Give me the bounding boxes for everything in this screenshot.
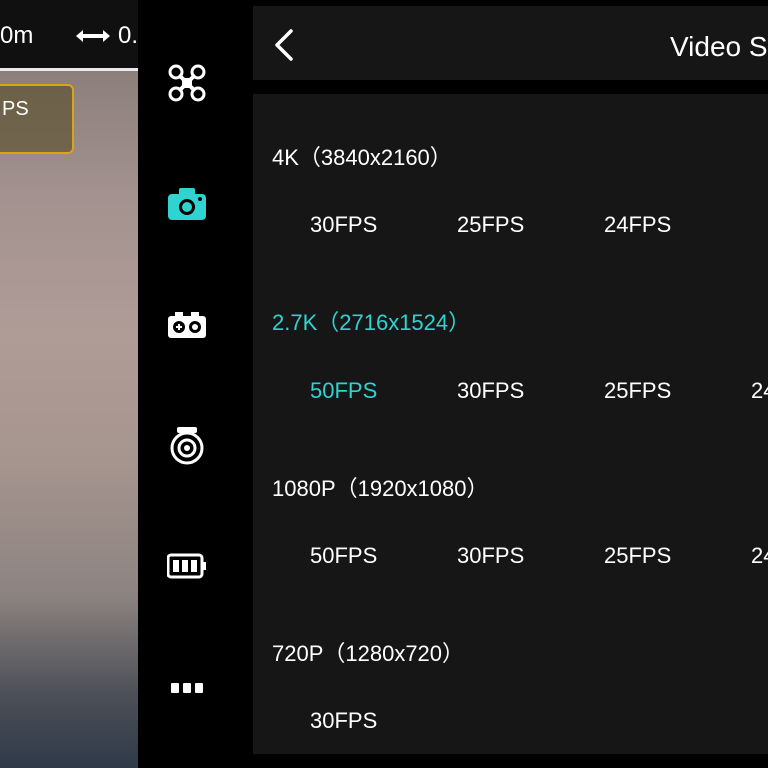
status-divider xyxy=(0,68,138,71)
chevron-left-icon xyxy=(275,29,293,61)
camera-icon[interactable] xyxy=(165,182,209,226)
video-resolution-list: 4K（3840x2160） 30FPS 25FPS 24FPS 2.7K（271… xyxy=(253,94,768,754)
resolution-4k-label: 4K（3840x2160） xyxy=(272,145,452,170)
resolution-2-7k-label: 2.7K（2716x1524） xyxy=(272,310,471,335)
option-1080p-30fps[interactable]: 30FPS xyxy=(457,543,524,569)
shooting-mode-chip[interactable]: PS xyxy=(0,84,74,154)
option-2-7k-24fps[interactable]: 24 xyxy=(751,378,768,404)
option-4k-25fps[interactable]: 25FPS xyxy=(457,212,524,238)
option-2-7k-25fps[interactable]: 25FPS xyxy=(604,378,671,404)
gimbal-camera-icon[interactable] xyxy=(165,303,209,347)
more-icon[interactable] xyxy=(165,666,209,710)
option-2-7k-50fps[interactable]: 50FPS xyxy=(310,378,377,404)
option-1080p-25fps[interactable]: 25FPS xyxy=(604,543,671,569)
option-720p-30fps[interactable]: 30FPS xyxy=(310,708,377,734)
battery-icon[interactable] xyxy=(165,544,209,588)
option-1080p-24fps[interactable]: 24 xyxy=(751,543,768,569)
back-button[interactable] xyxy=(273,28,303,62)
settings-header: Video S xyxy=(253,6,768,80)
drone-icon[interactable] xyxy=(165,61,209,105)
altitude-readout: 0m xyxy=(0,22,34,49)
option-4k-30fps[interactable]: 30FPS xyxy=(310,212,377,238)
option-1080p-50fps[interactable]: 50FPS xyxy=(310,543,377,569)
option-2-7k-30fps[interactable]: 30FPS xyxy=(457,378,524,404)
horizontal-distance-icon xyxy=(76,30,110,42)
camera-preview xyxy=(0,70,138,768)
resolution-720p-label: 720P（1280x720） xyxy=(272,641,465,666)
shooting-mode-label: PS xyxy=(2,98,29,120)
page-title: Video S xyxy=(670,31,768,62)
remote-camera-icon[interactable] xyxy=(165,424,209,468)
resolution-1080p-label: 1080P（1920x1080） xyxy=(272,476,489,501)
option-4k-24fps[interactable]: 24FPS xyxy=(604,212,671,238)
settings-category-rail xyxy=(138,0,240,768)
